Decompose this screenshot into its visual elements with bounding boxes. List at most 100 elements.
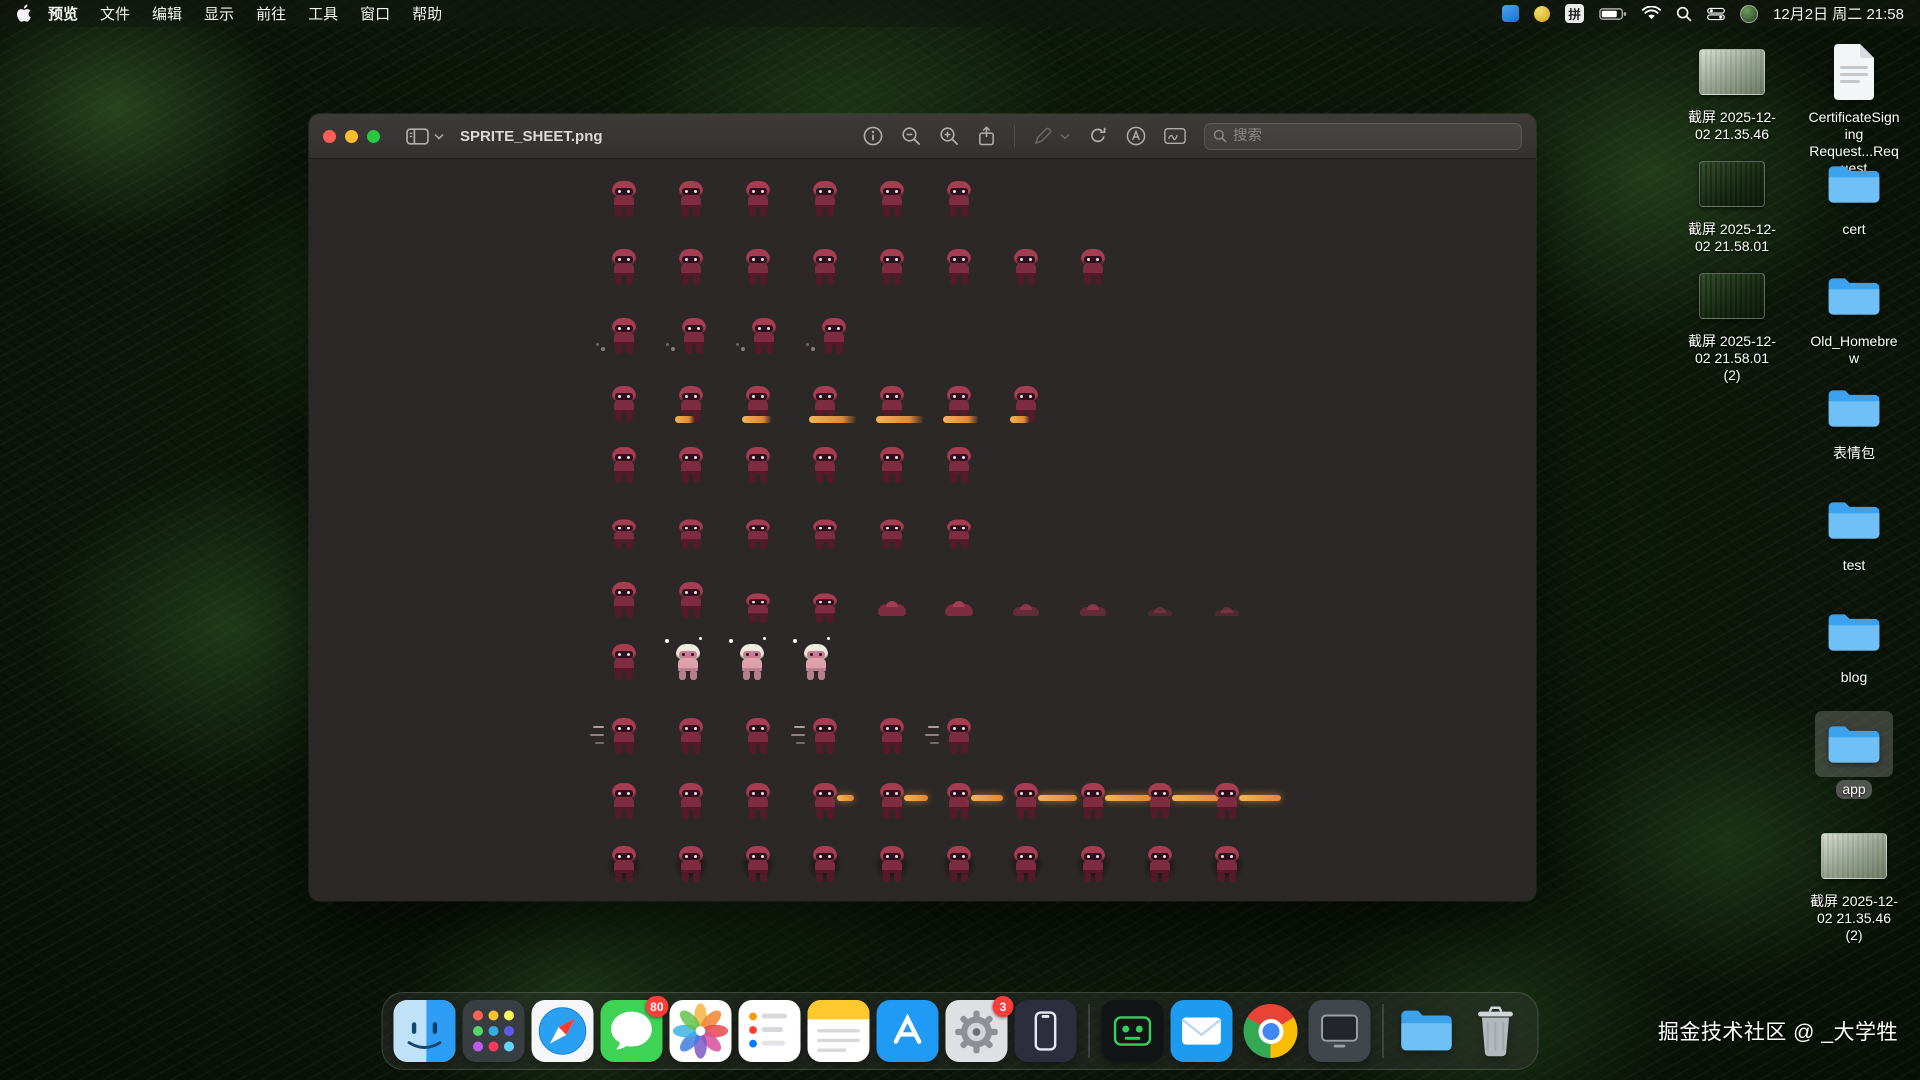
traffic-lights (323, 130, 380, 143)
control-center-icon[interactable] (1707, 7, 1725, 21)
dock-icon-notes[interactable] (808, 1000, 870, 1062)
sprite (678, 318, 710, 354)
sprite (876, 181, 908, 217)
sprite (608, 386, 640, 422)
desktop-icon-Old_Homebrew[interactable]: Old_Homebrew (1800, 263, 1908, 368)
desktop-icon-image (1815, 599, 1893, 665)
sprite (608, 181, 640, 217)
sprite (675, 783, 707, 819)
folder-icon (1825, 608, 1883, 655)
zoom-button[interactable] (367, 130, 380, 143)
dock-icon-terminal[interactable] (1102, 1000, 1164, 1062)
signature-button[interactable] (1164, 127, 1186, 145)
desktop-icon-image (1815, 151, 1893, 217)
sidebar-toggle-button[interactable] (406, 128, 444, 145)
status-app-blue-icon[interactable] (1502, 5, 1519, 22)
sprite (742, 181, 774, 217)
desktop-icon-截屏-2025-12-02-21.58.01[interactable]: 截屏 2025-12-02 21.58.01 (1678, 151, 1786, 256)
minimize-button[interactable] (345, 130, 358, 143)
sprite (608, 318, 640, 354)
spotlight-search-icon[interactable] (1676, 6, 1692, 22)
dock-icon-launchpad[interactable] (463, 1000, 525, 1062)
wifi-icon[interactable] (1642, 6, 1661, 21)
annotate-a-button[interactable] (1126, 126, 1146, 146)
dock-icon-system-settings[interactable]: 3 (946, 1000, 1008, 1062)
dock-icon-finder[interactable] (394, 1000, 456, 1062)
share-button[interactable] (977, 125, 996, 147)
dock-icon-downloads-folder[interactable] (1396, 1000, 1458, 1062)
dock-icon-reminders[interactable] (739, 1000, 801, 1062)
sprite-row (309, 582, 1536, 618)
desktop-icon-blog[interactable]: blog (1800, 599, 1908, 687)
sprite (608, 718, 640, 754)
dock-icon-mail[interactable] (1171, 1000, 1233, 1062)
screenshot-thumbnail (1699, 161, 1765, 207)
sprite-row (309, 846, 1536, 882)
status-app-yellow-icon[interactable] (1534, 6, 1550, 22)
search-icon (1213, 129, 1227, 143)
folder-icon (1825, 720, 1883, 767)
dock-icon-safari[interactable] (532, 1000, 594, 1062)
sprite (809, 718, 841, 754)
sprite (876, 582, 908, 618)
sprite-row (309, 783, 1536, 819)
toolbar-search[interactable] (1204, 123, 1522, 150)
menu-item-文件[interactable]: 文件 (89, 0, 141, 27)
menubar-datetime[interactable]: 12月2日 周二 21:58 (1773, 3, 1904, 24)
desktop-icon-image (1689, 263, 1775, 329)
chevron-down-icon (434, 133, 444, 140)
input-method-badge[interactable]: 拼 (1565, 4, 1584, 23)
info-button[interactable] (863, 126, 883, 146)
menu-item-预览[interactable]: 预览 (37, 0, 89, 27)
desktop-icon-截屏-2025-12-02-21.58.01-(2)[interactable]: 截屏 2025-12-02 21.58.01 (2) (1678, 263, 1786, 385)
desktop-icon-label: 截屏 2025-12-02 21.35.46 (2) (1801, 892, 1907, 945)
desktop-icon-label: app (1836, 780, 1871, 799)
dock-icon-trash[interactable] (1465, 1000, 1527, 1062)
zoom-out-button[interactable] (901, 126, 921, 146)
desktop-icon-test[interactable]: test (1800, 487, 1908, 575)
chrome-logo (1244, 1004, 1298, 1058)
dock-icon-app-store[interactable] (877, 1000, 939, 1062)
toolbar-separator (1014, 125, 1015, 147)
close-button[interactable] (323, 130, 336, 143)
desktop-icon-截屏-2025-12-02-21.35.46-(2)[interactable]: 截屏 2025-12-02 21.35.46 (2) (1800, 823, 1908, 945)
apple-logo-icon[interactable] (16, 4, 31, 23)
window-titlebar[interactable]: SPRITE_SHEET.png (309, 114, 1536, 159)
sprite (809, 519, 841, 549)
dock-icon-iphone-mirroring[interactable] (1015, 1000, 1077, 1062)
sprite-sheet-canvas[interactable] (309, 159, 1536, 901)
menu-item-显示[interactable]: 显示 (193, 0, 245, 27)
menu-item-编辑[interactable]: 编辑 (141, 0, 193, 27)
desktop-icon-image (1689, 39, 1775, 105)
markup-chevron-button[interactable] (1060, 133, 1070, 140)
user-avatar-icon[interactable] (1740, 5, 1758, 23)
dock-icon-chrome[interactable] (1240, 1000, 1302, 1062)
sprite (675, 519, 707, 549)
sprite (1144, 846, 1176, 882)
preview-window: SPRITE_SHEET.png (309, 114, 1536, 901)
desktop-icon-截屏-2025-12-02-21.35.46[interactable]: 截屏 2025-12-02 21.35.46 (1678, 39, 1786, 144)
sprite (943, 783, 975, 819)
sprite (818, 318, 850, 354)
dock-icon-photos[interactable] (670, 1000, 732, 1062)
dock-icon-messages[interactable]: 80 (601, 1000, 663, 1062)
desktop-icon-cert[interactable]: cert (1800, 151, 1908, 239)
notification-badge: 3 (993, 996, 1014, 1017)
rotate-button[interactable] (1088, 126, 1108, 146)
markup-pencil-button[interactable] (1033, 127, 1052, 146)
sprite (608, 447, 640, 483)
desktop-icon-app[interactable]: app (1800, 711, 1908, 799)
battery-icon[interactable] (1599, 7, 1627, 21)
sprite (675, 181, 707, 217)
desktop-icon-表情包[interactable]: 表情包 (1800, 375, 1908, 463)
zoom-in-button[interactable] (939, 126, 959, 146)
menu-item-窗口[interactable]: 窗口 (349, 0, 401, 27)
sprite (943, 249, 975, 285)
menu-item-帮助[interactable]: 帮助 (401, 0, 453, 27)
sprite (672, 644, 704, 680)
dock-icon-dev-tools[interactable] (1309, 1000, 1371, 1062)
search-input[interactable] (1233, 128, 1513, 144)
sprite (876, 386, 908, 422)
menu-item-工具[interactable]: 工具 (297, 0, 349, 27)
menu-item-前往[interactable]: 前往 (245, 0, 297, 27)
